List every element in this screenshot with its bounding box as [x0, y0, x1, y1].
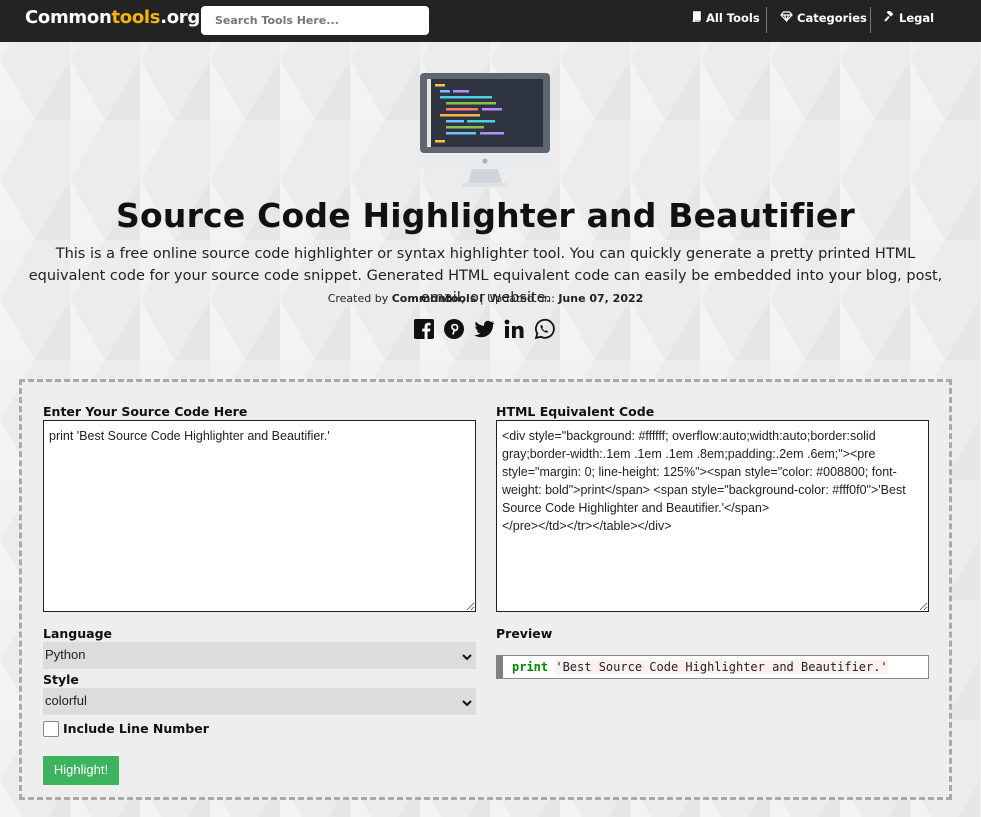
highlighter-panel: Enter Your Source Code Here print 'Best … [19, 379, 952, 800]
twitter-icon[interactable] [473, 318, 497, 342]
nav-categories-label: Categories [797, 11, 867, 25]
nav-legal-label: Legal [899, 11, 935, 25]
site-logo[interactable]: Commontools.org [25, 7, 200, 28]
gavel-icon [884, 9, 895, 25]
whatsapp-icon[interactable] [533, 318, 557, 342]
book-icon [692, 11, 702, 25]
line-number-label: Include Line Number [63, 721, 209, 736]
nav-divider [766, 7, 767, 33]
line-number-checkbox[interactable] [43, 721, 59, 737]
author-link[interactable]: Commontools [392, 292, 477, 305]
preview-label: Preview [496, 626, 553, 641]
logo-text-common: Common [25, 7, 112, 28]
updated-prefix: | Updated on: [479, 292, 555, 305]
highlight-button[interactable]: Highlight! [43, 756, 119, 785]
logo-text-tools: tools [111, 7, 161, 28]
source-code-label: Enter Your Source Code Here [43, 404, 248, 419]
social-share-bar [413, 318, 563, 342]
html-code-label: HTML Equivalent Code [496, 404, 655, 419]
style-select-value: colorful [45, 693, 87, 708]
created-by-prefix: Created by [327, 292, 389, 305]
html-code-output[interactable]: <div style="background: #ffffff; overflo… [496, 420, 929, 612]
top-navbar: Commontools.org All Tools Categories Leg… [0, 0, 981, 42]
language-label: Language [43, 626, 113, 641]
nav-all-tools-label: All Tools [706, 11, 760, 25]
code-monitor-illustration [420, 73, 550, 190]
main-nav: All Tools Categories Legal [681, 0, 981, 42]
nav-divider [870, 7, 871, 33]
logo-text-org: .org [160, 7, 200, 28]
linkedin-icon[interactable] [503, 318, 527, 342]
pinterest-icon[interactable] [443, 318, 467, 342]
chevron-down-icon [462, 696, 472, 707]
search-input[interactable] [201, 6, 429, 35]
preview-string: 'Best Source Code Highlighter and Beauti… [555, 660, 888, 674]
style-select[interactable]: colorful [43, 688, 476, 715]
page-meta: Created by Commontools | Updated on: Jun… [0, 292, 971, 305]
language-select[interactable]: Python [43, 642, 476, 669]
nav-categories[interactable]: Categories [780, 11, 867, 25]
language-select-value: Python [45, 647, 86, 662]
code-preview: print 'Best Source Code Highlighter and … [496, 655, 929, 679]
nav-all-tools[interactable]: All Tools [692, 11, 760, 25]
updated-date: June 07, 2022 [558, 292, 644, 305]
source-code-input[interactable]: print 'Best Source Code Highlighter and … [43, 420, 476, 612]
facebook-icon[interactable] [413, 318, 437, 342]
preview-keyword: print [512, 660, 549, 674]
chevron-down-icon [462, 650, 472, 661]
nav-legal[interactable]: Legal [884, 9, 935, 25]
style-label: Style [43, 672, 79, 687]
page-title: Source Code Highlighter and Beautifier [116, 196, 855, 235]
diamond-icon [780, 11, 793, 25]
